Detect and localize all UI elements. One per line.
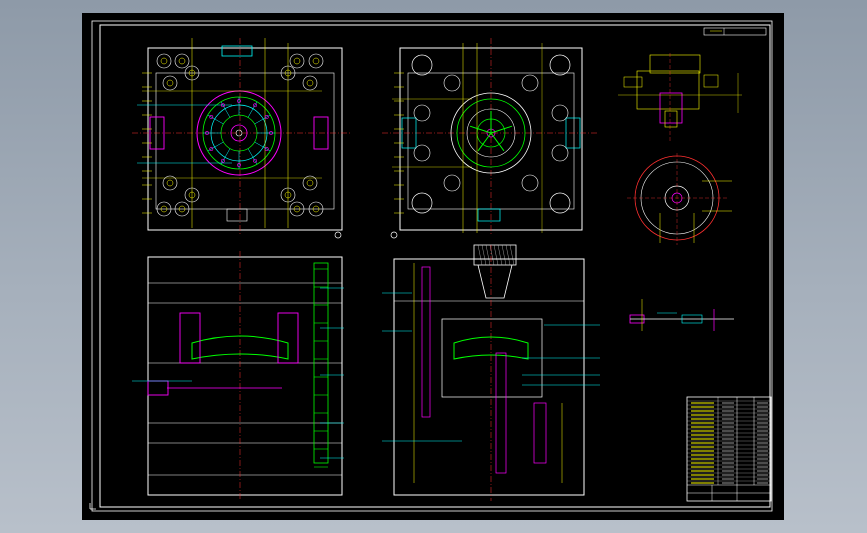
section-marker-icon: [390, 231, 398, 239]
section-a[interactable]: [132, 251, 344, 501]
section-b[interactable]: [382, 244, 600, 501]
bolt-hole: [162, 75, 178, 91]
inner-frame: [99, 24, 771, 508]
bolt-hole-inner: [306, 79, 314, 87]
round-part-view[interactable]: [627, 153, 732, 245]
guide-hole: [443, 174, 461, 192]
hatch-line: [485, 244, 491, 266]
rib-line: [207, 114, 224, 125]
hatch-line: [489, 244, 495, 266]
guide-hole: [413, 144, 431, 162]
bolt-hole-inner: [312, 57, 320, 65]
axis-icon: [89, 503, 96, 510]
rib-line: [247, 101, 258, 118]
bolt-hole: [289, 53, 305, 69]
spoke-line: [490, 125, 513, 134]
bolt-hole: [302, 75, 318, 91]
rib-line: [207, 141, 224, 152]
guide-hole: [443, 74, 461, 92]
bolt-hole-inner: [293, 57, 301, 65]
small-part-detail[interactable]: [629, 299, 734, 331]
gate-detail-view[interactable]: [618, 53, 742, 143]
hatch-line: [509, 244, 515, 266]
section-marker-icon: [334, 231, 342, 239]
guide-hole: [521, 74, 539, 92]
guide-hole: [551, 104, 569, 122]
bolt-hole: [174, 53, 190, 69]
hatch-line: [477, 244, 483, 266]
bolt-hole-inner: [166, 179, 174, 187]
rib-line: [247, 148, 258, 165]
hatch-line: [505, 244, 511, 266]
bolt-hole-inner: [166, 79, 174, 87]
moving-half-plan-view[interactable]: [382, 38, 597, 235]
spoke-line: [469, 125, 492, 134]
hatch-line: [481, 244, 487, 266]
outer-frame: [91, 20, 773, 512]
cad-drawing[interactable]: [82, 13, 784, 520]
rib-line: [220, 101, 231, 118]
guide-hole: [521, 174, 539, 192]
hatch-line: [501, 244, 507, 266]
bolt-hole: [308, 53, 324, 69]
bolt-hole-inner: [306, 179, 314, 187]
hatch-line: [493, 244, 499, 266]
bolt-hole-inner: [178, 57, 186, 65]
drawing-number-box: [703, 27, 767, 36]
bolt-hole-inner: [160, 57, 168, 65]
guide-hole: [413, 104, 431, 122]
hatch-line: [497, 244, 503, 266]
bolt-hole: [156, 53, 172, 69]
guide-hole: [551, 144, 569, 162]
drawing-sheet[interactable]: [82, 13, 784, 520]
rib-line: [220, 148, 231, 165]
